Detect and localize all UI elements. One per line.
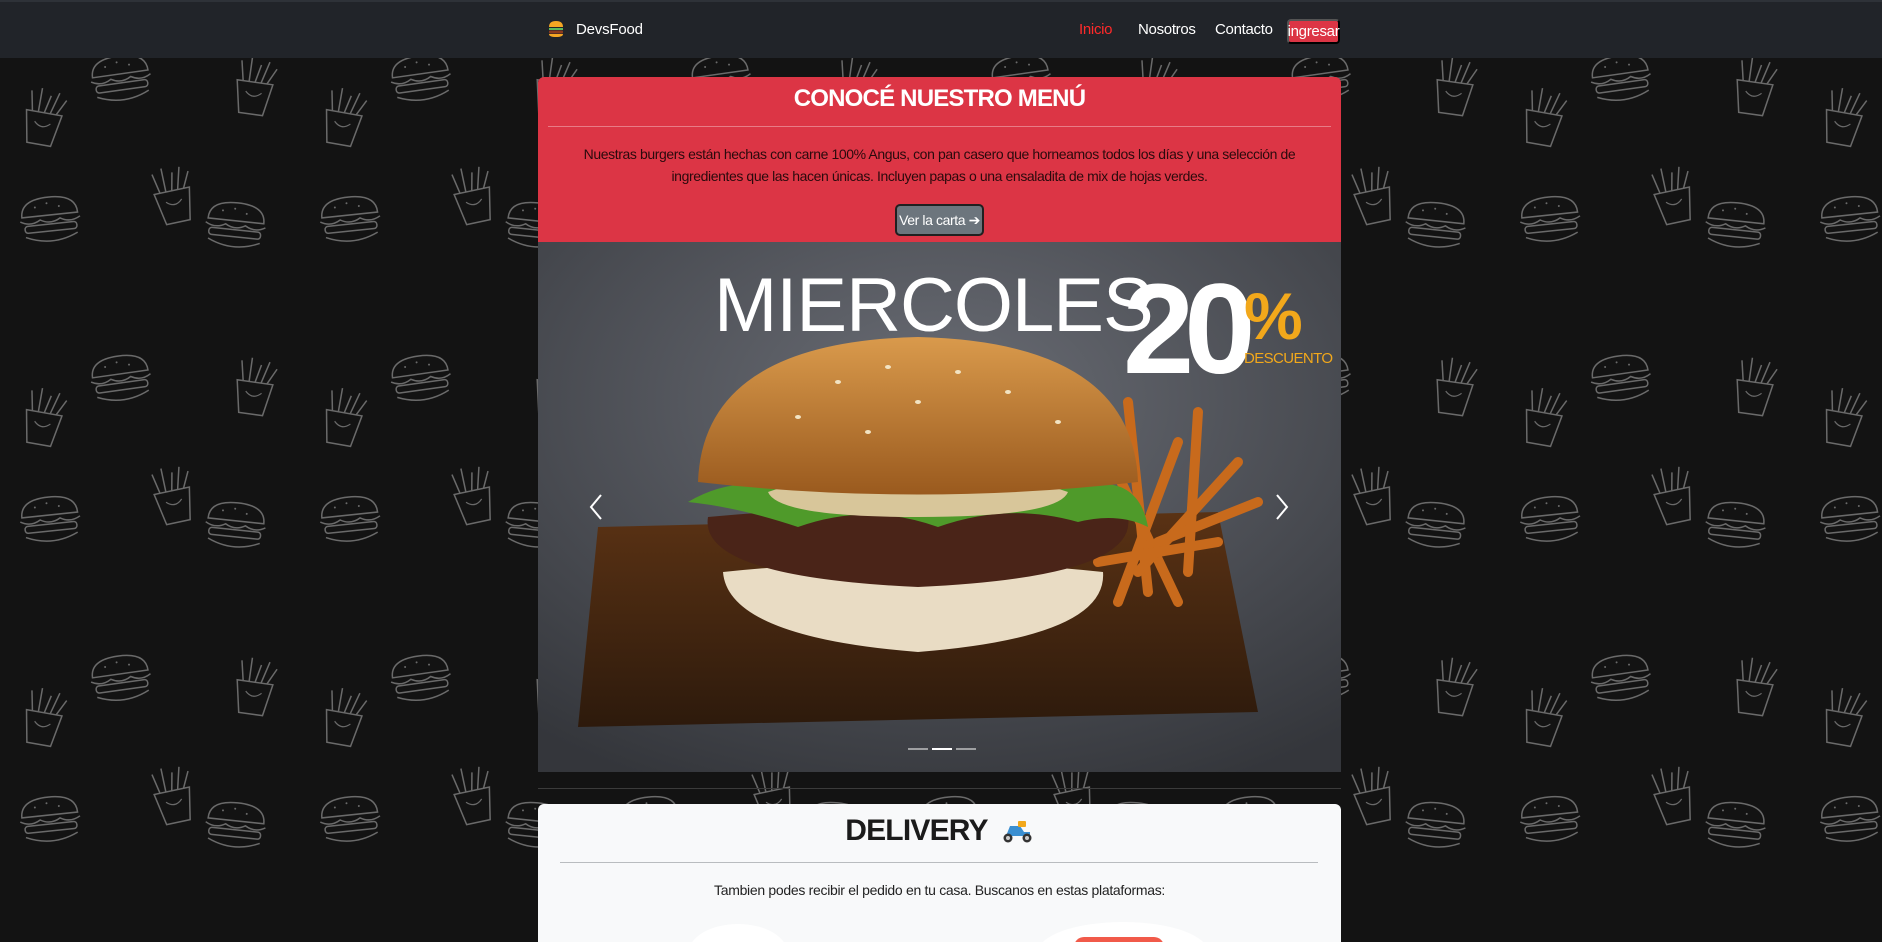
carousel-indicators xyxy=(908,748,976,750)
delivery-card: DELIVERY Tambien podes recibir el pedido… xyxy=(538,804,1341,942)
menu-title: CONOCÉ NUESTRO MENÚ xyxy=(793,85,1086,112)
delivery-divider xyxy=(560,862,1318,863)
carousel-prev-icon[interactable] xyxy=(586,492,606,522)
carousel-indicator[interactable] xyxy=(956,748,976,750)
carousel-next-icon[interactable] xyxy=(1272,492,1292,522)
section-divider xyxy=(538,788,1341,789)
delivery-platform-logo[interactable] xyxy=(688,924,788,942)
menu-divider xyxy=(548,126,1331,127)
carousel-indicator-active[interactable] xyxy=(932,748,952,750)
carousel-indicator[interactable] xyxy=(908,748,928,750)
brand-name: DevsFood xyxy=(576,20,643,38)
delivery-title: DELIVERY xyxy=(845,814,988,847)
promo-percentage: 20 xyxy=(1123,258,1255,401)
promo-carousel: MIERCOLES 20 % DESCUENTO xyxy=(538,242,1341,772)
nav-link-inicio[interactable]: Inicio xyxy=(1079,21,1113,38)
login-button[interactable]: ingresar xyxy=(1287,19,1340,44)
menu-card: CONOCÉ NUESTRO MENÚ Nuestras burgers est… xyxy=(538,77,1341,242)
promo-day-text: MIERCOLES xyxy=(714,263,1154,348)
view-menu-button[interactable]: Ver la carta ➔ xyxy=(895,204,984,236)
promo-discount-label: DESCUENTO xyxy=(1244,350,1333,367)
menu-description: Nuestras burgers están hechas con carne … xyxy=(583,146,1296,184)
top-navbar: DevsFood Inicio Nosotros Contacto ingres… xyxy=(0,0,1882,58)
nav-link-contacto[interactable]: Contacto xyxy=(1215,21,1273,38)
nav-link-nosotros[interactable]: Nosotros xyxy=(1138,21,1196,38)
brand[interactable]: DevsFood xyxy=(548,20,643,38)
delivery-platform-badge xyxy=(1074,937,1164,942)
promo-percent-sign: % xyxy=(1244,279,1303,353)
scooter-icon xyxy=(1003,821,1032,843)
delivery-heading: DELIVERY xyxy=(538,814,1341,848)
delivery-text: Tambien podes recibir el pedido en tu ca… xyxy=(714,882,1165,898)
burger-logo-icon xyxy=(549,21,563,37)
